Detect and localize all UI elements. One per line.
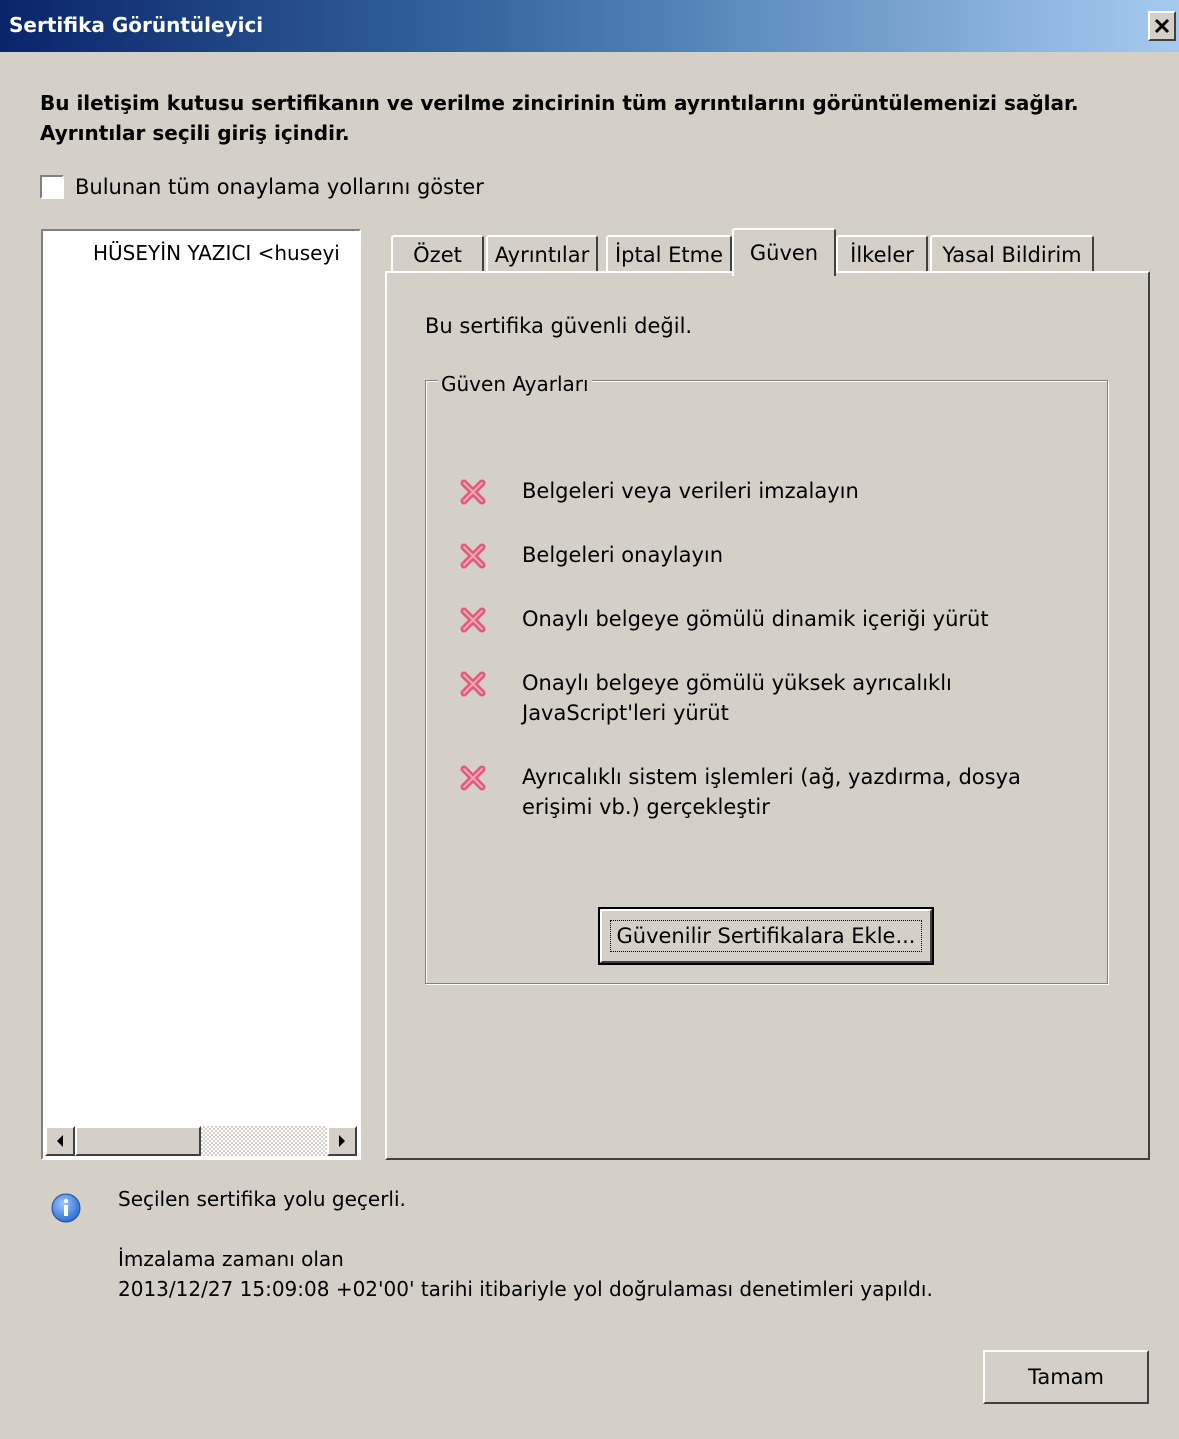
red-x-icon <box>460 607 486 633</box>
trust-status-text: Bu sertifika güvenli değil. <box>425 314 693 338</box>
tab-label: İptal Etme <box>614 243 723 267</box>
tab-label: İlkeler <box>850 243 914 267</box>
intro-line-2: Ayrıntılar seçili giriş içindir. <box>40 121 350 145</box>
red-x-icon <box>460 543 486 569</box>
title-bar: Sertifika Görüntüleyici <box>0 0 1179 52</box>
permission-system-operations: Ayrıcalıklı sistem işlemleri (ağ, yazdır… <box>522 765 1021 819</box>
intro-text: Bu iletişim kutusu sertifikanın ve veril… <box>40 88 1150 148</box>
trust-settings-title: Güven Ayarları <box>438 372 592 396</box>
add-to-trusted-label: Güvenilir Sertifikalara Ekle... <box>609 920 923 952</box>
add-to-trusted-button[interactable]: Güvenilir Sertifikalara Ekle... <box>598 907 934 965</box>
tab-label: Ayrıntılar <box>494 243 590 267</box>
scroll-track[interactable] <box>201 1126 327 1156</box>
window-title: Sertifika Görüntüleyici <box>9 13 264 37</box>
permission-certify: Belgeleri onaylayın <box>522 543 724 567</box>
ok-button[interactable]: Tamam <box>983 1350 1149 1404</box>
tab-ilkeler[interactable]: İlkeler <box>836 235 928 273</box>
tab-label: Yasal Bildirim <box>942 243 1082 267</box>
scroll-thumb[interactable] <box>75 1126 201 1156</box>
tab-yasal-bildirim[interactable]: Yasal Bildirim <box>930 235 1094 273</box>
ok-button-label: Tamam <box>1027 1365 1104 1389</box>
tab-iptal-etme[interactable]: İptal Etme <box>606 235 732 273</box>
arrow-left-icon <box>57 1135 63 1147</box>
scroll-left-button[interactable] <box>45 1126 75 1156</box>
certificate-tree[interactable]: HÜSEYİN YAZICI <huseyi <box>41 229 361 1160</box>
arrow-right-icon <box>339 1135 345 1147</box>
signing-time-line-1: İmzalama zamanı olan <box>118 1247 344 1271</box>
scroll-right-button[interactable] <box>327 1126 357 1156</box>
horizontal-scrollbar[interactable] <box>45 1126 357 1156</box>
close-icon <box>1154 18 1170 34</box>
tab-label: Güven <box>749 241 819 265</box>
tab-ayrintilar[interactable]: Ayrıntılar <box>486 235 598 273</box>
intro-line-1: Bu iletişim kutusu sertifikanın ve veril… <box>40 91 1079 115</box>
permission-privileged-javascript: Onaylı belgeye gömülü yüksek ayrıcalıklı… <box>522 671 952 725</box>
tree-item-certificate[interactable]: HÜSEYİN YAZICI <huseyi <box>93 241 340 265</box>
path-validity-text: Seçilen sertifika yolu geçerli. <box>118 1187 406 1211</box>
tab-guven[interactable]: Güven <box>732 228 836 276</box>
show-all-paths-label: Bulunan tüm onaylama yollarını göster <box>75 175 484 199</box>
permission-dynamic-content: Onaylı belgeye gömülü dinamik içeriği yü… <box>522 607 989 631</box>
red-x-icon <box>460 765 486 791</box>
info-icon <box>51 1193 81 1223</box>
red-x-icon <box>460 671 486 697</box>
permission-sign: Belgeleri veya verileri imzalayın <box>522 479 859 503</box>
show-all-paths-checkbox[interactable] <box>40 175 64 199</box>
tab-label: Özet <box>413 243 462 267</box>
close-button[interactable] <box>1148 11 1176 41</box>
red-x-icon <box>460 479 486 505</box>
tab-ozet[interactable]: Özet <box>391 235 484 273</box>
signing-time-line-2: 2013/12/27 15:09:08 +02'00' tarihi itiba… <box>118 1277 933 1301</box>
show-all-paths-row[interactable]: Bulunan tüm onaylama yollarını göster <box>40 174 484 200</box>
